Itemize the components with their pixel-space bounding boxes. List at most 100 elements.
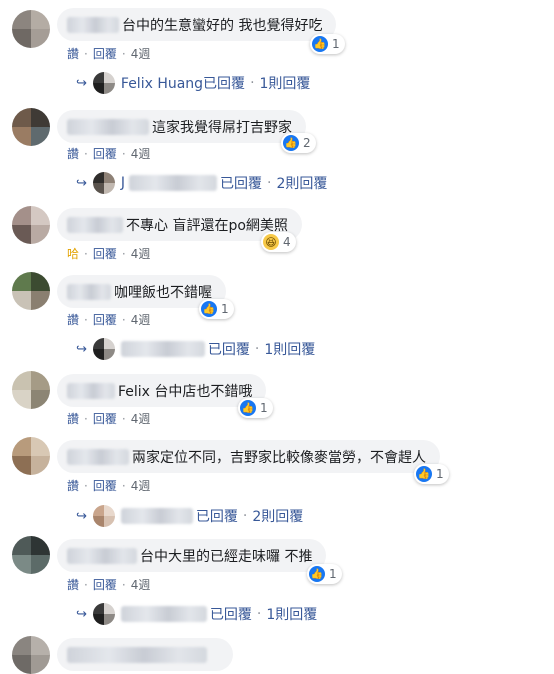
comment-bubble: 這家我覺得屌打吉野家 — [57, 110, 306, 143]
author-name-blurred[interactable] — [67, 283, 111, 300]
reaction-count[interactable]: 👍 1 — [310, 34, 345, 54]
avatar[interactable] — [12, 272, 50, 310]
reaction-count[interactable]: 👍 2 — [281, 133, 316, 153]
like-button[interactable]: 讚 — [67, 477, 79, 494]
comment-actions: 讚 · 回覆 · 4週 — [67, 311, 151, 328]
reply-avatar — [92, 172, 115, 194]
comment-bubble: 兩家定位不同，吉野家比較像麥當勞，不會趕人 — [57, 440, 440, 473]
timestamp[interactable]: 4週 — [131, 576, 151, 593]
reply-author-suffix: 已回覆 — [195, 509, 238, 525]
reply-arrow-icon: ↪ — [76, 75, 87, 91]
reply-arrow-icon: ↪ — [76, 508, 87, 524]
avatar[interactable] — [12, 536, 50, 574]
reply-button[interactable]: 回覆 — [93, 45, 117, 62]
reply-button[interactable]: 回覆 — [93, 145, 117, 162]
comment-text: 台中的生意蠻好的 我也覺得好吃 — [122, 17, 323, 34]
reply-avatar — [92, 603, 115, 625]
comment-actions: 讚 · 回覆 · 4週 — [67, 576, 151, 593]
reaction-count[interactable]: 👍 1 — [199, 299, 234, 319]
like-icon: 👍 — [240, 400, 256, 416]
reply-arrow-icon: ↪ — [76, 341, 87, 357]
like-button[interactable]: 讚 — [67, 576, 79, 593]
reply-count: 1則回覆 — [266, 607, 318, 623]
replies-link[interactable]: ↪ Felix Huang已回覆 · 1則回覆 — [76, 72, 310, 94]
reply-button[interactable]: 回覆 — [93, 410, 117, 427]
reply-button[interactable]: 回覆 — [93, 245, 117, 262]
avatar[interactable] — [12, 437, 50, 475]
replies-link[interactable]: ↪ 已回覆 · 1則回覆 — [76, 338, 315, 360]
avatar[interactable] — [12, 371, 50, 409]
comment-text: 咖哩飯也不錯喔 — [114, 284, 212, 301]
haha-button[interactable]: 哈 — [67, 245, 79, 262]
comment-bubble: 台中的生意蠻好的 我也覺得好吃 — [57, 8, 337, 41]
haha-icon: 😆 — [263, 234, 279, 250]
reply-author-blurred — [129, 175, 218, 191]
reply-author-blurred — [120, 341, 205, 357]
timestamp[interactable]: 4週 — [131, 45, 151, 62]
comment-text: 兩家定位不同，吉野家比較像麥當勞，不會趕人 — [132, 449, 426, 466]
reaction-count[interactable]: 👍 1 — [238, 398, 273, 418]
replies-link[interactable]: ↪ 已回覆 · 2則回覆 — [76, 505, 303, 527]
reply-author-blurred — [120, 508, 193, 524]
timestamp[interactable]: 4週 — [131, 410, 151, 427]
reply-author-suffix: 已回覆 — [220, 176, 263, 192]
reply-author-suffix: 已回覆 — [207, 342, 250, 358]
like-button[interactable]: 讚 — [67, 45, 79, 62]
like-button[interactable]: 讚 — [67, 311, 79, 328]
comment-text: Felix 台中店也不錯哦 — [118, 383, 253, 400]
comment-actions: 讚 · 回覆 · 4週 — [67, 410, 151, 427]
reaction-count[interactable]: 😆 4 — [261, 232, 296, 252]
like-icon: 👍 — [201, 301, 217, 317]
reply-avatar — [92, 338, 115, 360]
reply-count: 1則回覆 — [264, 342, 316, 358]
reply-button[interactable]: 回覆 — [93, 576, 117, 593]
comment-actions: 哈 · 回覆 · 4週 — [67, 245, 151, 262]
avatar[interactable] — [12, 10, 50, 48]
replies-link[interactable]: ↪ J 已回覆 · 2則回覆 — [76, 172, 327, 194]
reply-author-suffix: 已回覆 — [209, 607, 252, 623]
author-name-blurred[interactable] — [67, 16, 119, 33]
author-name-blurred[interactable] — [67, 646, 207, 663]
comment-text: 台中大里的已經走味囉 不推 — [140, 548, 313, 565]
reply-avatar — [92, 72, 115, 94]
like-button[interactable]: 讚 — [67, 145, 79, 162]
timestamp[interactable]: 4週 — [131, 477, 151, 494]
comment-text: 這家我覺得屌打吉野家 — [152, 119, 292, 136]
comment-actions: 讚 · 回覆 · 4週 — [67, 145, 151, 162]
reaction-count[interactable]: 👍 1 — [414, 464, 449, 484]
reply-arrow-icon: ↪ — [76, 606, 87, 622]
reply-author-blurred — [120, 606, 207, 622]
reaction-count[interactable]: 👍 1 — [307, 564, 342, 584]
replies-link[interactable]: ↪ 已回覆 · 1則回覆 — [76, 603, 317, 625]
avatar[interactable] — [12, 206, 50, 244]
reply-count: 2則回覆 — [252, 509, 304, 525]
avatar[interactable] — [12, 108, 50, 146]
comment-bubble — [57, 638, 233, 671]
comment-bubble: Felix 台中店也不錯哦 — [57, 374, 267, 407]
like-icon: 👍 — [416, 466, 432, 482]
reply-count: 2則回覆 — [276, 176, 328, 192]
author-name-blurred[interactable] — [67, 118, 149, 135]
like-icon: 👍 — [283, 135, 299, 151]
reply-author: Felix Huang已回覆 — [120, 76, 246, 92]
like-icon: 👍 — [309, 566, 325, 582]
timestamp[interactable]: 4週 — [131, 245, 151, 262]
comment-bubble: 台中大里的已經走味囉 不推 — [57, 539, 327, 572]
reply-author-initial: J — [120, 175, 126, 191]
comment-text: 不專心 盲評還在po網美照 — [126, 217, 288, 234]
author-name-blurred[interactable] — [67, 448, 129, 465]
reply-button[interactable]: 回覆 — [93, 477, 117, 494]
like-button[interactable]: 讚 — [67, 410, 79, 427]
author-name-blurred[interactable] — [67, 216, 123, 233]
comment-actions: 讚 · 回覆 · 4週 — [67, 45, 151, 62]
timestamp[interactable]: 4週 — [131, 145, 151, 162]
timestamp[interactable]: 4週 — [131, 311, 151, 328]
reply-arrow-icon: ↪ — [76, 175, 87, 191]
comment-actions: 讚 · 回覆 · 4週 — [67, 477, 151, 494]
author-name-blurred[interactable] — [67, 382, 115, 399]
like-icon: 👍 — [312, 36, 328, 52]
reply-avatar — [92, 505, 115, 527]
author-name-blurred[interactable] — [67, 547, 137, 564]
reply-button[interactable]: 回覆 — [93, 311, 117, 328]
avatar[interactable] — [12, 636, 50, 674]
